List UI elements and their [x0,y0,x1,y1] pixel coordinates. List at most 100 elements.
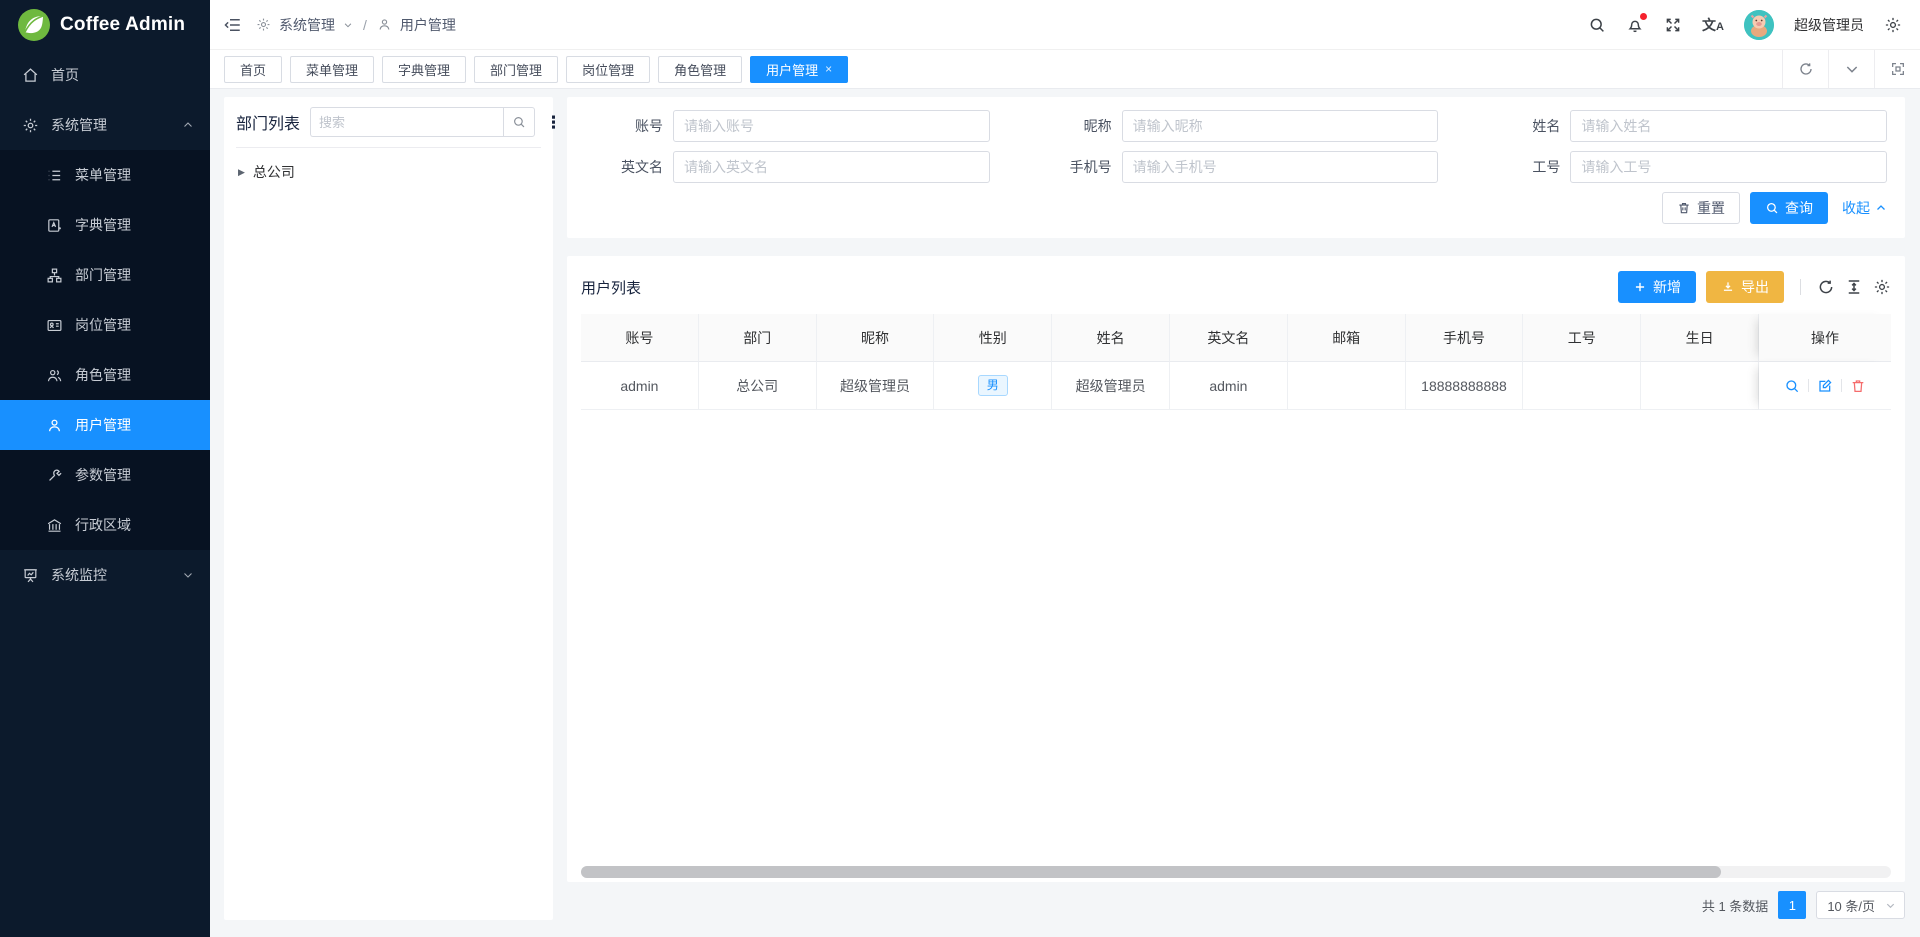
user-icon [46,417,63,434]
view-icon[interactable] [1784,378,1800,394]
cell-job-no [1523,362,1641,410]
name-input[interactable] [1570,110,1887,142]
search-icon [512,115,526,129]
sidebar-item-param-management[interactable]: 参数管理 [0,450,210,500]
scrollbar-thumb[interactable] [581,866,1721,878]
sidebar-item-label: 参数管理 [75,465,194,485]
tab-menu-management[interactable]: 菜单管理 [290,56,374,83]
refresh-icon[interactable] [1817,278,1835,296]
delete-icon[interactable] [1850,378,1866,394]
logo[interactable]: Coffee Admin [0,0,210,50]
gear-icon[interactable] [1884,16,1902,34]
sidebar-item-dept-management[interactable]: 部门管理 [0,250,210,300]
edit-icon[interactable] [1817,378,1833,394]
sidebar-item-label: 用户管理 [75,415,194,435]
column-header: 部门 [699,314,817,362]
column-header: 工号 [1523,314,1641,362]
breadcrumb: 系统管理 用户管理 [256,15,456,35]
tab-role-management[interactable]: 角色管理 [658,56,742,83]
gear-icon [22,117,39,134]
current-username[interactable]: 超级管理员 [1794,15,1864,35]
sidebar-item-home[interactable]: 首页 [0,50,210,100]
chevron-down-icon [182,569,194,581]
cell-dept: 总公司 [699,362,817,410]
leaf-logo-icon [18,9,50,41]
fullscreen-icon[interactable] [1664,16,1682,34]
id-card-icon [46,317,63,334]
sidebar-item-system-management[interactable]: 系统管理 [0,100,210,150]
sidebar-item-label: 首页 [51,65,194,85]
sidebar-item-dict-management[interactable]: 字典管理 [0,200,210,250]
sidebar-item-system-monitor[interactable]: 系统监控 [0,550,210,600]
sidebar-item-label: 行政区域 [75,515,194,535]
nickname-input[interactable] [1122,110,1439,142]
tab-dict-management[interactable]: 字典管理 [382,56,466,83]
sidebar: Coffee Admin 首页 系统管理 菜单管理 字典管理 [0,0,210,937]
cell-actions [1759,362,1891,410]
sidebar-item-admin-region[interactable]: 行政区域 [0,500,210,550]
sidebar-item-role-management[interactable]: 角色管理 [0,350,210,400]
dept-search-group [310,107,535,137]
dept-tree: 总公司 [236,148,541,186]
row-height-icon[interactable] [1845,278,1863,296]
chevron-down-icon[interactable] [343,20,353,30]
horizontal-scrollbar[interactable] [581,866,1891,878]
more-options-icon[interactable] [545,114,562,131]
tree-node-label: 总公司 [253,162,295,182]
page-size-select[interactable]: 10 条/页 [1816,891,1905,919]
maximize-content-button[interactable] [1874,50,1920,88]
field-label: 姓名 [1478,116,1570,136]
user-table-card: 用户列表 新增 导出 [567,256,1905,882]
sidebar-item-label: 字典管理 [75,215,194,235]
job-no-input[interactable] [1570,151,1887,183]
cell-email [1288,362,1406,410]
sidebar-item-post-management[interactable]: 岗位管理 [0,300,210,350]
chevron-up-icon [182,119,194,131]
tab-close-icon[interactable] [825,62,832,76]
user-icon [377,17,392,32]
collapse-form-link[interactable]: 收起 [1842,198,1887,218]
tab-user-management[interactable]: 用户管理 [750,56,848,83]
notification-button[interactable] [1626,16,1644,34]
dept-search-input[interactable] [310,107,503,137]
add-user-button[interactable]: 新增 [1618,271,1696,303]
search-icon[interactable] [1588,16,1606,34]
trash-icon [1677,201,1691,215]
translate-icon[interactable] [1702,15,1724,35]
account-input[interactable] [673,110,990,142]
field-label: 手机号 [1030,157,1122,177]
menu-fold-icon[interactable] [224,16,242,34]
sidebar-menu: 首页 系统管理 菜单管理 字典管理 部门管理 [0,50,210,600]
dictionary-icon [46,217,63,234]
breadcrumb-separator [361,17,369,33]
form-field-phone: 手机号 [1030,151,1439,183]
tab-post-management[interactable]: 岗位管理 [566,56,650,83]
table-empty-area [581,410,1891,866]
caret-right-icon[interactable] [238,167,245,178]
query-button[interactable]: 查询 [1750,192,1828,224]
sidebar-item-user-management[interactable]: 用户管理 [0,400,210,450]
en-name-input[interactable] [673,151,990,183]
tree-node-root[interactable]: 总公司 [236,158,541,186]
page-number-button[interactable]: 1 [1778,891,1806,919]
reset-button[interactable]: 重置 [1662,192,1740,224]
sidebar-item-label: 部门管理 [75,265,194,285]
search-icon [1765,201,1779,215]
table-title: 用户列表 [581,277,641,298]
tab-dept-management[interactable]: 部门管理 [474,56,558,83]
column-settings-icon[interactable] [1873,278,1891,296]
column-header: 手机号 [1406,314,1524,362]
export-button[interactable]: 导出 [1706,271,1784,303]
avatar[interactable] [1744,10,1774,40]
refresh-tab-button[interactable] [1782,50,1828,88]
table-header-row: 账号 部门 昵称 性别 姓名 英文名 邮箱 手机号 工号 生日 操作 [581,314,1891,362]
phone-input[interactable] [1122,151,1439,183]
breadcrumb-section[interactable]: 系统管理 [279,15,335,35]
tab-home[interactable]: 首页 [224,56,282,83]
field-label: 昵称 [1030,116,1122,136]
column-header: 性别 [934,314,1052,362]
sidebar-item-menu-management[interactable]: 菜单管理 [0,150,210,200]
tab-options-button[interactable] [1828,50,1874,88]
dept-search-button[interactable] [503,107,535,137]
form-field-en-name: 英文名 [581,151,990,183]
